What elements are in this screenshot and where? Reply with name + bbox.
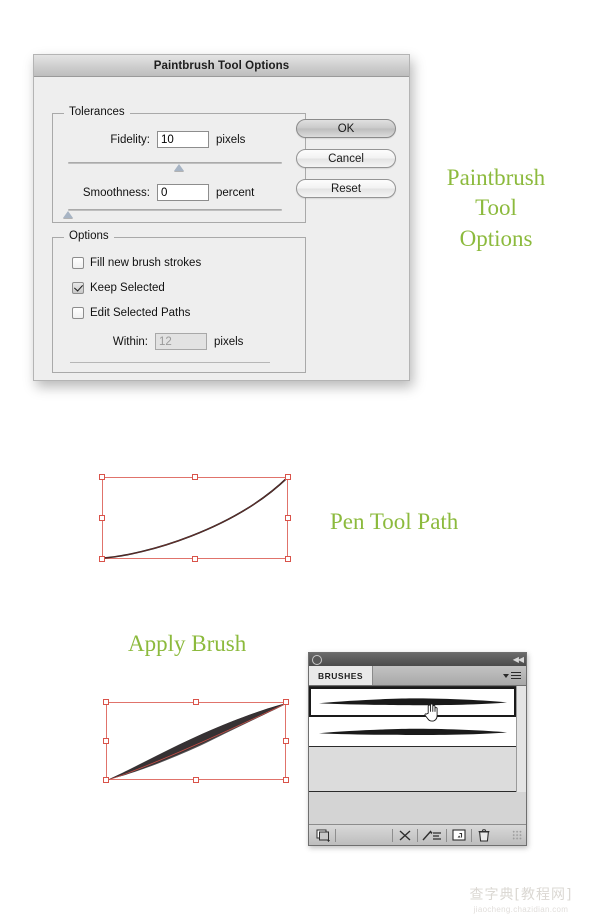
handle-top-right[interactable]	[285, 474, 291, 480]
within-input[interactable]: 12	[155, 333, 207, 350]
brush-item-2[interactable]	[309, 717, 516, 747]
annotation-apply-brush: Apply Brush	[128, 631, 247, 656]
edit-selected-paths-checkbox[interactable]	[72, 307, 84, 319]
ok-button[interactable]: OK	[296, 119, 396, 138]
fidelity-slider-thumb[interactable]	[174, 164, 185, 171]
brush-list-scrollbar[interactable]	[516, 686, 526, 792]
dialog-titlebar[interactable]: Paintbrush Tool Options	[34, 55, 409, 77]
delete-brush-icon[interactable]	[474, 827, 494, 843]
fidelity-slider[interactable]	[68, 162, 282, 174]
handle-top-center[interactable]	[193, 699, 199, 705]
smoothness-slider[interactable]	[63, 209, 282, 221]
handle-top-center[interactable]	[192, 474, 198, 480]
keep-selected-row[interactable]: Keep Selected	[72, 282, 165, 294]
tab-brushes[interactable]: BRUSHES	[309, 666, 374, 685]
pen-tool-path-artwork	[99, 474, 291, 562]
tolerances-legend: Tolerances	[64, 106, 130, 118]
options-legend: Options	[64, 230, 114, 242]
dialog-body: Tolerances Fidelity: 10 pixels Smoothnes…	[34, 77, 409, 380]
cancel-button[interactable]: Cancel	[296, 149, 396, 168]
dialog-title: Paintbrush Tool Options	[153, 59, 290, 72]
panel-tabbar: BRUSHES	[309, 666, 526, 686]
handle-bottom-right[interactable]	[285, 556, 291, 562]
fill-new-brush-strokes-label: Fill new brush strokes	[90, 257, 202, 269]
reset-button[interactable]: Reset	[296, 179, 396, 198]
remove-brush-stroke-icon[interactable]	[395, 827, 415, 843]
keep-selected-label: Keep Selected	[90, 282, 165, 294]
close-icon[interactable]	[312, 654, 322, 665]
new-brush-icon[interactable]	[449, 827, 469, 843]
watermark: 查字典[教程网] jiaocheng.chazidian.com	[456, 884, 586, 914]
handle-top-right[interactable]	[283, 699, 289, 705]
collapse-chevrons-icon[interactable]: ◀◀	[513, 655, 524, 664]
footer-divider-1	[335, 828, 336, 842]
annotation-pen-tool-path: Pen Tool Path	[330, 509, 459, 534]
handle-bottom-center[interactable]	[193, 777, 199, 783]
brush-list-empty-area	[309, 747, 516, 791]
fill-new-brush-strokes-checkbox[interactable]	[72, 257, 84, 269]
footer-divider-2	[392, 828, 393, 842]
panel-footer	[309, 824, 526, 845]
brush-libraries-icon[interactable]	[313, 827, 333, 843]
chevron-down-icon	[503, 673, 509, 678]
fidelity-label: Fidelity:	[110, 133, 150, 146]
smoothness-row: Smoothness: 0 percent	[74, 184, 254, 201]
footer-divider-5	[471, 828, 472, 842]
brushed-path-artwork	[103, 699, 289, 783]
brush-options-icon[interactable]	[420, 827, 444, 843]
pen-path-curve	[102, 477, 288, 559]
fidelity-input[interactable]: 10	[157, 131, 209, 148]
within-unit-label: pixels	[214, 335, 244, 348]
handle-bottom-right[interactable]	[283, 777, 289, 783]
panel-menu-button[interactable]	[503, 666, 526, 685]
fidelity-row: Fidelity: 10 pixels	[88, 131, 245, 148]
handle-bottom-center[interactable]	[192, 556, 198, 562]
handle-middle-right[interactable]	[283, 738, 289, 744]
tapered-brush-stroke-2-icon	[318, 728, 507, 735]
watermark-url: jiaocheng.chazidian.com	[473, 905, 569, 914]
fill-new-brush-strokes-row[interactable]: Fill new brush strokes	[72, 257, 201, 269]
panel-titlebar[interactable]: ◀◀	[309, 653, 526, 666]
handle-bottom-left[interactable]	[99, 556, 105, 562]
annotation-paintbrush-tool-options: Paintbrush Tool Options	[446, 165, 546, 251]
handle-middle-right[interactable]	[285, 515, 291, 521]
paintbrush-tool-options-dialog: Paintbrush Tool Options Tolerances Fidel…	[33, 54, 410, 381]
handle-middle-left[interactable]	[103, 738, 109, 744]
within-row: Within: 12 pixels	[100, 333, 243, 350]
footer-divider-3	[417, 828, 418, 842]
smoothness-label: Smoothness:	[82, 186, 150, 199]
handle-middle-left[interactable]	[99, 515, 105, 521]
smoothness-unit-label: percent	[216, 186, 255, 199]
smoothness-slider-thumb[interactable]	[63, 211, 73, 218]
options-divider	[70, 362, 270, 363]
brush-item-1[interactable]	[309, 687, 516, 717]
handle-top-left[interactable]	[99, 474, 105, 480]
keep-selected-checkbox[interactable]	[72, 282, 84, 294]
brush-list[interactable]	[309, 686, 516, 792]
smoothness-slider-track	[68, 209, 282, 211]
smoothness-input[interactable]: 0	[157, 184, 209, 201]
fidelity-unit-label: pixels	[216, 133, 246, 146]
handle-bottom-left[interactable]	[103, 777, 109, 783]
watermark-text: 查字典[教程网]	[469, 887, 573, 903]
handle-top-left[interactable]	[103, 699, 109, 705]
footer-divider-4	[446, 828, 447, 842]
edit-selected-paths-label: Edit Selected Paths	[90, 307, 191, 319]
hamburger-icon	[511, 671, 521, 680]
brushed-stroke	[107, 702, 288, 781]
tapered-brush-stroke-1-icon	[318, 698, 507, 706]
brushes-panel: ◀◀ BRUSHES	[308, 652, 527, 846]
edit-selected-paths-row[interactable]: Edit Selected Paths	[72, 307, 190, 319]
panel-resize-grip[interactable]	[512, 830, 522, 840]
within-label: Within:	[112, 335, 148, 348]
